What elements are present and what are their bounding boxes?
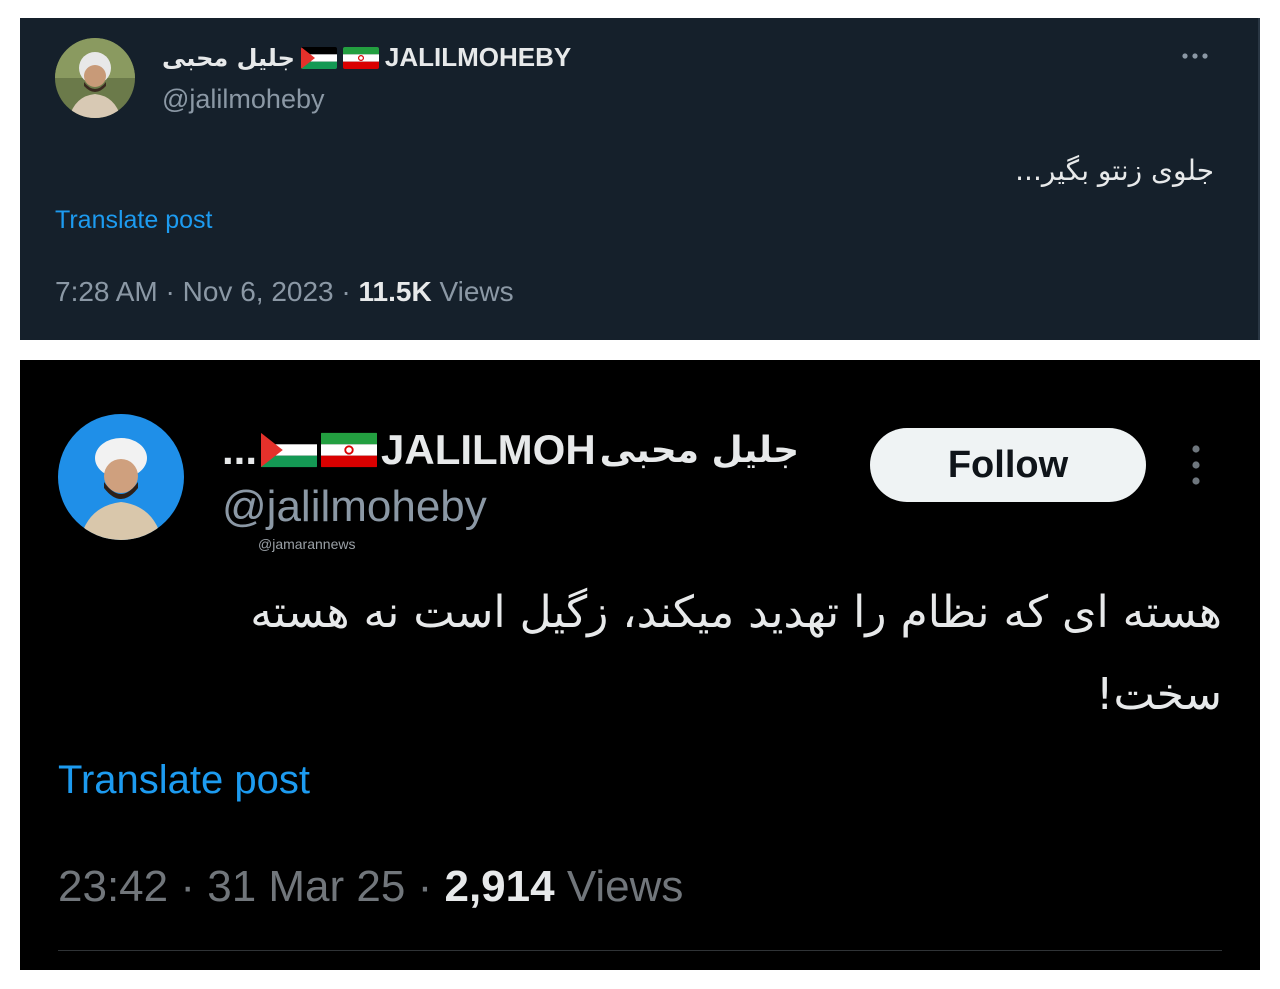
- tweet-text: جلوی زنتو بگیر...: [1015, 154, 1214, 187]
- user-handle[interactable]: @jalilmoheby: [162, 84, 324, 115]
- more-horizontal-icon[interactable]: [1178, 48, 1212, 64]
- avatar[interactable]: [58, 414, 184, 540]
- separator-dot: ·: [180, 862, 195, 911]
- translate-post-link[interactable]: Translate post: [55, 206, 212, 235]
- tweet-text: هسته ای که نظام را تهدید میکند، زگیل است…: [250, 587, 1222, 720]
- separator-dot: ·: [341, 276, 351, 307]
- more-vertical-icon[interactable]: [1186, 442, 1206, 488]
- display-name-persian: جلیل محبی: [599, 429, 800, 471]
- tweet-time[interactable]: 23:42: [58, 862, 168, 911]
- palestine-flag-icon: [261, 432, 318, 468]
- name-ellipsis: ...: [222, 426, 258, 473]
- follow-button[interactable]: Follow: [870, 428, 1146, 502]
- tweet-time[interactable]: 7:28 AM: [55, 276, 158, 307]
- palestine-flag-icon: [300, 46, 337, 69]
- separator-dot: ·: [165, 276, 175, 307]
- separator-dot: ·: [417, 862, 433, 911]
- display-name[interactable]: ... JALILMOH جلیل محبی: [222, 426, 799, 474]
- iran-flag-icon: [342, 46, 379, 69]
- tweet-card-bottom: ... JALILMOH جلیل محبی @jalilmoheby @jam…: [20, 360, 1260, 970]
- tweet-date[interactable]: 31 Mar 25: [207, 862, 405, 911]
- display-name-latin: JALILMOHEBY: [384, 42, 572, 72]
- divider: [58, 950, 1222, 951]
- views-label: Views: [566, 862, 684, 911]
- watermark-text: @jamarannews: [258, 536, 356, 552]
- iran-flag-icon: [321, 432, 378, 468]
- avatar[interactable]: [55, 38, 135, 118]
- views-count: 11.5K: [358, 276, 432, 307]
- display-name[interactable]: جلیل محبی JALILMOHEBY: [162, 42, 571, 73]
- tweet-card-top: جلیل محبی JALILMOHEBY @jalilmoheby جلوی …: [20, 18, 1260, 340]
- display-name-latin: JALILMOH: [381, 426, 596, 473]
- tweet-metadata: 7:28 AM · Nov 6, 2023 · 11.5K Views: [55, 276, 514, 308]
- tweet-date[interactable]: Nov 6, 2023: [183, 276, 334, 307]
- display-name-persian: جلیل محبی: [162, 43, 295, 72]
- translate-post-link[interactable]: Translate post: [58, 758, 310, 803]
- views-label: Views: [439, 276, 514, 307]
- views-count: 2,914: [444, 862, 555, 911]
- user-handle[interactable]: @jalilmoheby: [222, 482, 487, 532]
- tweet-metadata: 23:42 · 31 Mar 25 · 2,914 Views: [58, 862, 683, 912]
